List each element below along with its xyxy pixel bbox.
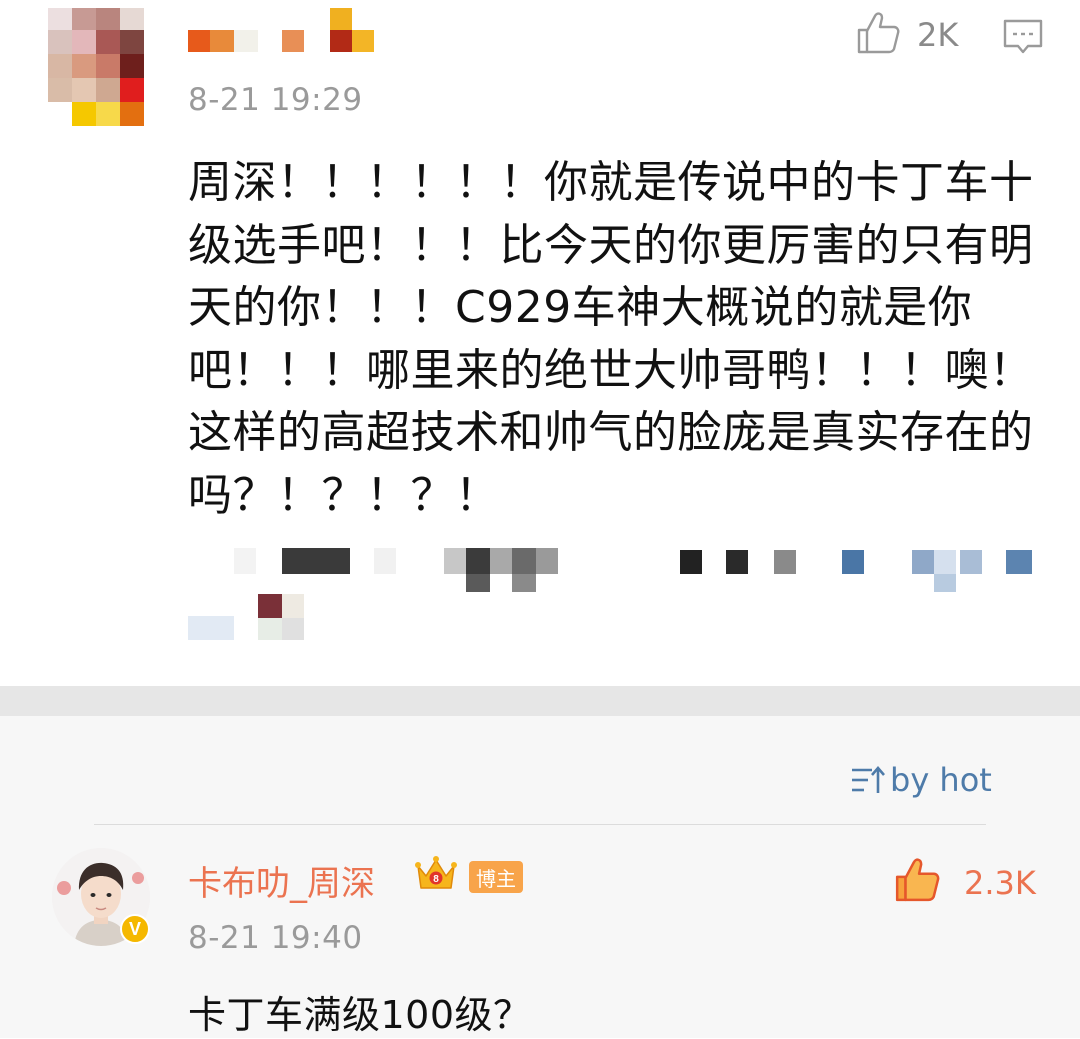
crown-icon: 8: [415, 856, 457, 889]
reply-username[interactable]: 卡布叻_周深: [188, 856, 375, 905]
sort-label: by hot: [890, 761, 992, 799]
sort-by-hot-button[interactable]: by hot: [850, 758, 992, 802]
reply-like-count: 2.3K: [964, 864, 1036, 902]
reply-body: 卡丁车满级100级？: [188, 993, 532, 1037]
comment-reply-icon[interactable]: [1002, 18, 1044, 56]
reply-timestamp: 8-21 19:40: [188, 920, 363, 956]
host-badge: 博主: [469, 861, 523, 893]
divider-line: [94, 824, 986, 825]
comment-timestamp: 8-21 19:29: [188, 82, 363, 118]
section-divider: [0, 686, 1080, 716]
pixelated-emoji-row: [188, 540, 1048, 650]
avatar-pixelated[interactable]: [48, 8, 144, 126]
thumbs-up-icon[interactable]: [855, 10, 901, 56]
comment-body: 周深！！！！！！你就是传说中的卡丁车十级选手吧！！！比今天的你更厉害的只有明天的…: [188, 157, 1034, 521]
like-count: 2K: [917, 16, 959, 54]
verified-badge-icon: V: [120, 914, 150, 944]
svg-text:8: 8: [433, 874, 439, 885]
username-pixelated[interactable]: [188, 8, 388, 56]
thumbs-up-icon-liked[interactable]: [893, 856, 941, 904]
sort-icon: [852, 766, 885, 793]
